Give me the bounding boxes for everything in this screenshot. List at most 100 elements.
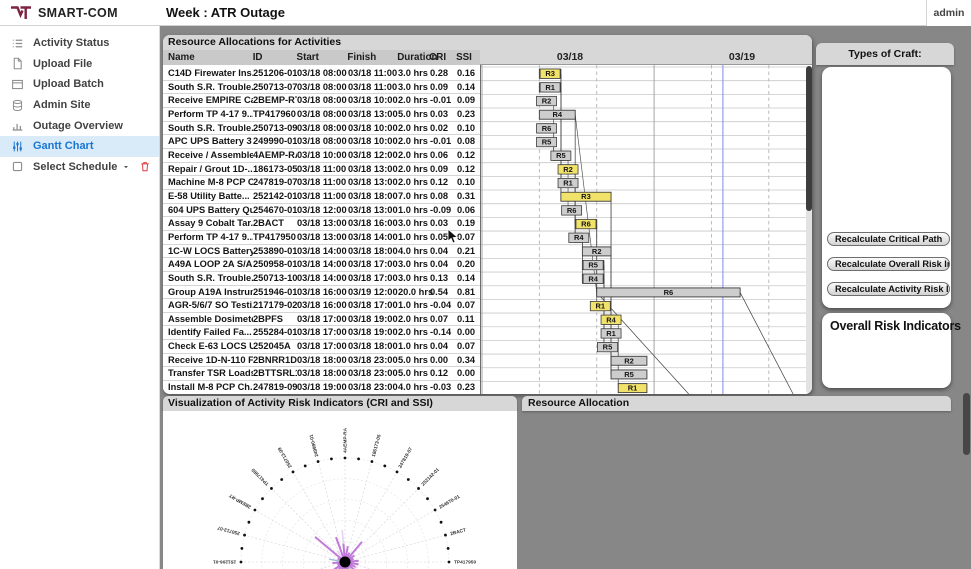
cell: 0.54 <box>430 286 449 297</box>
cell: Install M-8 PCP Ch... <box>168 382 253 393</box>
cell: 03/18 08:00 <box>297 95 347 106</box>
table-row[interactable]: APC UPS Battery 3 ... 249990-01 03/18 08:0… <box>163 135 480 149</box>
sidebar-item-activity-status[interactable]: Activity Status <box>0 33 159 54</box>
sidebar-item-gantt-chart[interactable]: Gantt Chart <box>0 135 159 157</box>
table-row[interactable]: Perform TP 4-17 9.... TP417960 03/18 08:00… <box>163 108 480 122</box>
cell: 250713-10 <box>253 272 297 283</box>
cell: 0.21 <box>457 245 476 256</box>
column-header-cri[interactable]: CRI <box>429 50 456 65</box>
cell: 03/18 13:00 <box>348 163 398 174</box>
vt-logo-icon <box>10 6 32 20</box>
cell: 0.03 <box>430 108 449 119</box>
cell: 03/18 14:00 <box>348 231 398 242</box>
table-row[interactable]: Perform TP 4-17 9.... TP417950 03/18 13:00… <box>163 231 480 245</box>
svg-text:R5: R5 <box>588 261 598 270</box>
gantt-vertical-scrollbar-thumb[interactable] <box>806 66 812 211</box>
sidebar-item-admin-site[interactable]: Admin Site <box>0 95 159 116</box>
column-header-id[interactable]: ID <box>253 50 297 65</box>
column-header-finish[interactable]: Finish <box>347 50 397 65</box>
table-row[interactable]: A49A LOOP 2A S/A C...250958-0103/18 14:0… <box>163 258 480 272</box>
table-row[interactable]: 1C-W LOCS Battery ...253890-0103/18 14:0… <box>163 245 480 259</box>
table-row[interactable]: Transfer TSR Loads...2BTTSRL1003/18 18:0… <box>163 367 480 382</box>
column-header-name[interactable]: Name <box>168 50 253 65</box>
sidebar-item-label: Gantt Chart <box>33 140 94 153</box>
table-row[interactable]: AGR-5/6/7 SO Testi... 217179-02 03/18 16:0… <box>163 299 480 313</box>
cell: A49A LOOP 2A S/A C... <box>168 259 253 270</box>
sidebar-item-select-schedule[interactable]: Select Schedule <box>0 157 159 178</box>
recalculate-activity-risk-indicators-button[interactable]: Recalculate Activity Risk Indicators <box>827 282 950 296</box>
cell: 0.12 <box>457 149 476 160</box>
gantt-vertical-scrollbar[interactable] <box>806 66 812 393</box>
cell: 03/19 12:00 <box>348 286 398 297</box>
sidebar-item-upload-file[interactable]: Upload File <box>0 54 159 75</box>
cell: 03/18 16:00 <box>348 218 398 229</box>
cell: 0.05 <box>430 231 449 242</box>
resource-allocation-title: Resource Allocation <box>528 397 630 409</box>
svg-text:R5: R5 <box>556 151 566 160</box>
cell: 4.0 hrs <box>398 382 428 393</box>
svg-text:R2: R2 <box>624 356 634 365</box>
svg-text:R4: R4 <box>552 110 562 119</box>
table-row[interactable]: Identify Failed Fa... 255284-01 03/18 17:0… <box>163 326 480 341</box>
cell: 252142-01 <box>253 190 297 201</box>
bar-chart-icon <box>11 119 24 132</box>
table-row[interactable]: South S.R. Trouble... 250713-09 03/18 08:0… <box>163 122 480 136</box>
column-header-duration[interactable]: Duration <box>397 50 437 65</box>
admin-menu[interactable]: admin <box>926 0 971 26</box>
svg-text:R4: R4 <box>574 233 584 242</box>
cell: Machine M-8 PCP Ch... <box>168 177 253 188</box>
table-row[interactable]: Receive 1D-N-110 F... 2BNRR1D 03/18 18:00 0… <box>163 354 480 368</box>
cell: 20.0 hrs <box>398 286 434 297</box>
svg-text:R4: R4 <box>588 274 598 283</box>
cell: 0.00 <box>457 368 476 379</box>
delete-schedule-button[interactable] <box>139 160 151 173</box>
svg-text:R6: R6 <box>567 206 577 215</box>
cell: 03/18 17:00 <box>348 259 398 270</box>
cell: 0.07 <box>457 231 476 242</box>
table-row[interactable]: South S.R. Trouble... 250713-07 03/18 08:0… <box>163 81 480 95</box>
recalculate-critical-path-button[interactable]: Recalculate Critical Path <box>827 232 950 246</box>
column-header-start[interactable]: Start <box>297 50 348 65</box>
table-row[interactable]: Machine M-8 PCP Ch...247819-0703/18 11:0… <box>163 176 480 190</box>
cell: 03/18 19:00 <box>348 327 398 338</box>
radial-risk-chart: 251206-01 250713-07 2BEMP-RT TP417960 250713… <box>213 427 476 569</box>
radial-label: 252142-01 <box>420 467 441 488</box>
page-scrollbar-thumb[interactable] <box>963 393 970 455</box>
sidebar-item-outage-overview[interactable]: Outage Overview <box>0 115 159 136</box>
table-row[interactable]: Install M-8 PCP Ch... 247819-09 03/18 19:0… <box>163 381 480 394</box>
cell: 252045A <box>253 341 291 352</box>
recalculate-overall-risk-indicators-button[interactable]: Recalculate Overall Risk Indicators <box>827 257 950 271</box>
table-row[interactable]: E-58 Utility Batte... 252142-01 03/18 11:0… <box>163 190 480 204</box>
cell: 3.0 hrs <box>398 81 428 92</box>
table-row[interactable]: Receive EMPIRE Ca...2BEMP-RT03/18 08:000… <box>163 94 480 108</box>
table-row[interactable]: C14D Firewater Ins... 251206-01 03/18 08:0… <box>163 67 480 81</box>
table-row[interactable]: Assemble Dosimeter...2BPFS 03/18 17:0003/… <box>163 313 480 327</box>
cell: 2.0 hrs <box>398 95 428 106</box>
cell: Receive / Assemble... <box>168 149 253 160</box>
table-row[interactable]: 604 UPS Battery Qu...254670-0103/18 12:0… <box>163 204 480 218</box>
radial-label: 251206-01 <box>213 558 236 564</box>
cell: 2.0 hrs <box>398 163 428 174</box>
cell: 03/18 13:00 <box>348 108 398 119</box>
table-row[interactable]: Check E-63 LOCS UP...252045A03/18 17:000… <box>163 340 480 354</box>
table-row[interactable]: Assay 9 Cobalt Tar... 2BACT 03/18 13:00 03/… <box>163 217 480 231</box>
svg-text:R3: R3 <box>581 192 591 201</box>
gantt-chart[interactable]: R3R1R2R4R6R5R5R2R1R3R6R6R4R2R5R4R6R1R4R1… <box>480 65 806 394</box>
cell: 0.08 <box>430 190 449 201</box>
cell: 5.0 hrs <box>398 108 428 119</box>
table-row[interactable]: Receive / Assemble... 4AEMP-RA 03/18 10:00… <box>163 149 480 163</box>
table-row[interactable]: Group A19A Instrum...251946-0103/18 16:0… <box>163 286 480 300</box>
cell: 03/18 23:00 <box>348 354 398 365</box>
column-header-ssi[interactable]: SSI <box>456 50 480 65</box>
cell: 2BEMP-RT <box>253 95 297 106</box>
table-row[interactable]: Repair / Grout 1D-... 186173-05 03/18 11:0… <box>163 163 480 177</box>
cell: 4AEMP-RA <box>253 149 297 160</box>
resource-allocation-header: Resource Allocation <box>522 396 951 411</box>
svg-text:R5: R5 <box>542 138 552 147</box>
cell: Check E-63 LOCS UP... <box>168 341 253 352</box>
chevron-down-icon <box>122 163 130 171</box>
cell: 1.0 hrs <box>398 204 428 215</box>
table-row[interactable]: South S.R. Trouble... 250713-10 03/18 14:0… <box>163 272 480 286</box>
sidebar-item-upload-batch[interactable]: Upload Batch <box>0 74 159 95</box>
craft-panel-title: Types of Craft: <box>848 48 922 60</box>
